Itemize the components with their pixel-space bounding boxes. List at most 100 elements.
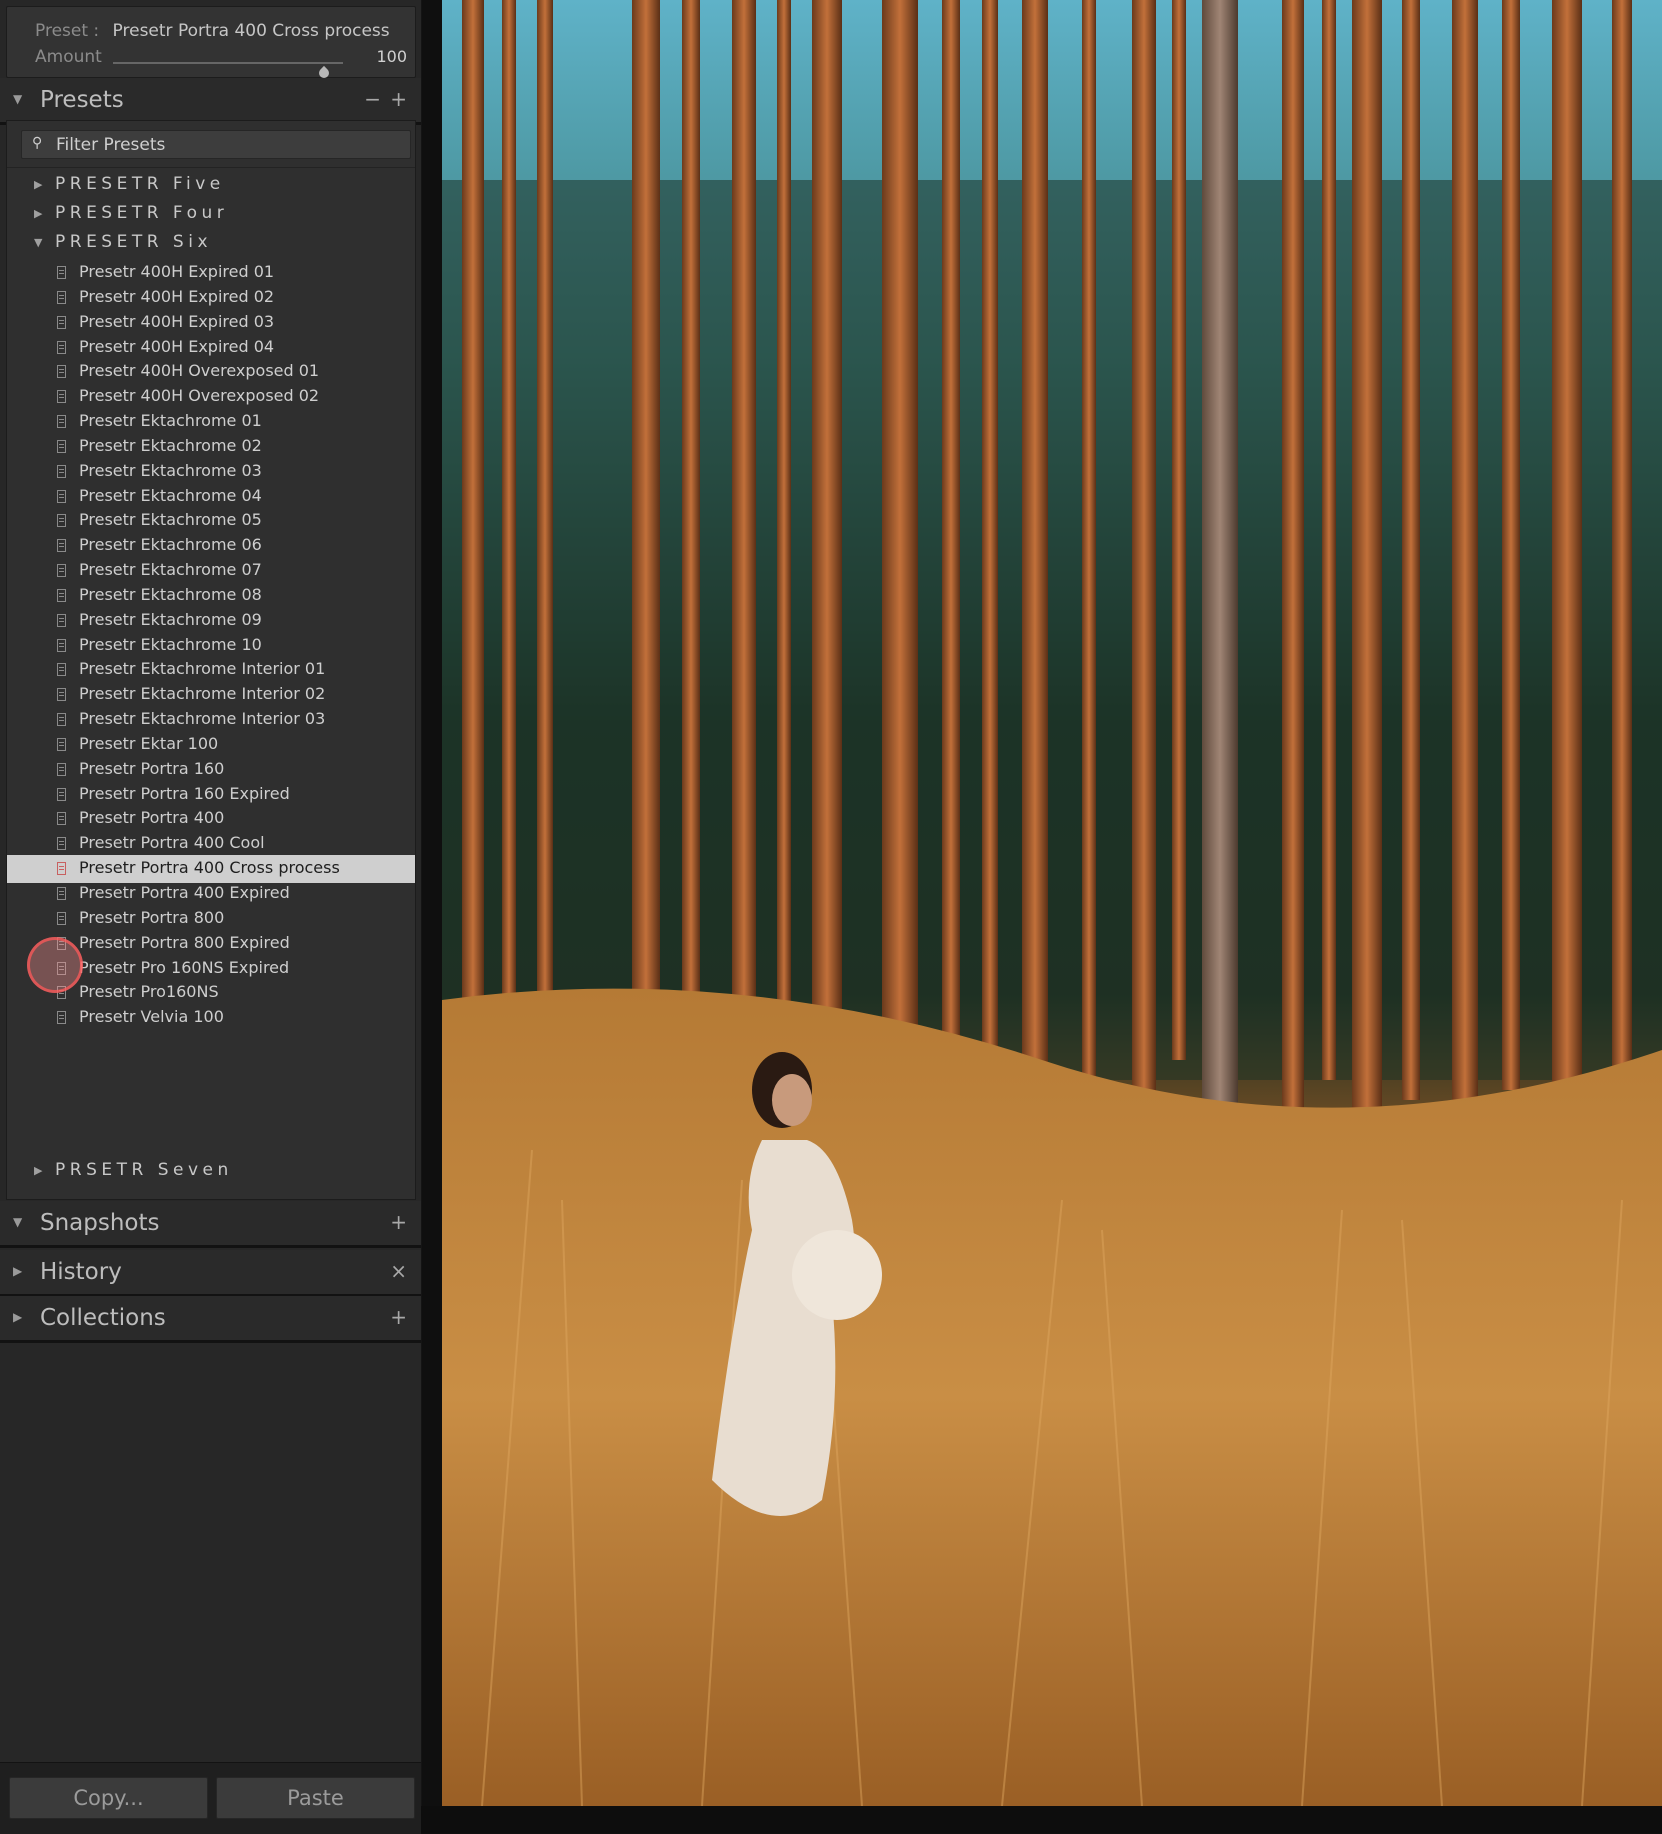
preset-item[interactable]: Presetr 400H Expired 01	[7, 259, 415, 287]
preset-item[interactable]: Presetr Portra 400	[7, 805, 415, 833]
collapse-triangle-icon[interactable]: ▼	[13, 1215, 22, 1229]
preset-item[interactable]: Presetr 400H Expired 04	[7, 334, 415, 362]
preset-item-label: Presetr Ektar 100	[79, 733, 219, 753]
preset-item[interactable]: Presetr Ektachrome Interior 03	[7, 706, 415, 734]
plus-icon[interactable]: +	[390, 1305, 407, 1329]
presets-header[interactable]: ▼ Presets − +	[0, 78, 421, 125]
minus-icon[interactable]: −	[364, 87, 381, 111]
expand-triangle-icon[interactable]: ▶	[34, 1164, 42, 1177]
close-icon[interactable]: ×	[390, 1259, 407, 1283]
preset-item[interactable]: Presetr 400H Expired 02	[7, 284, 415, 312]
snapshots-header[interactable]: ▼ Snapshots +	[0, 1201, 421, 1248]
preset-document-icon	[57, 340, 66, 354]
preset-document-icon	[57, 862, 66, 876]
preset-document-icon	[57, 911, 66, 925]
preset-item[interactable]: Presetr Ektachrome 05	[7, 507, 415, 535]
preset-item-label: Presetr Portra 800 Expired	[79, 932, 290, 952]
expand-triangle-icon[interactable]: ▶	[13, 1264, 22, 1278]
paste-button[interactable]: Paste	[216, 1777, 415, 1819]
collapse-triangle-icon[interactable]: ▼	[13, 92, 22, 106]
preset-document-icon	[57, 588, 66, 602]
preset-item-label: Presetr Ektachrome Interior 03	[79, 709, 326, 729]
preset-item[interactable]: Presetr Portra 160 Expired	[7, 781, 415, 809]
preset-item[interactable]: Presetr Ektachrome Interior 01	[7, 656, 415, 684]
preset-item[interactable]: Presetr Ektachrome 02	[7, 433, 415, 461]
photo-scene	[442, 0, 1662, 1806]
preset-item-label: Presetr Ektachrome Interior 02	[79, 684, 326, 704]
folder-prsetr-seven[interactable]: ▶ PRSETR Seven	[7, 1158, 415, 1186]
expand-triangle-icon[interactable]: ▶	[13, 1310, 22, 1324]
preset-value: Presetr Portra 400 Cross process	[112, 21, 390, 41]
preset-item[interactable]: Presetr Ektachrome 08	[7, 582, 415, 610]
preset-document-icon	[57, 439, 66, 453]
preset-document-icon	[57, 762, 66, 776]
preset-item[interactable]: Presetr Ektachrome 03	[7, 458, 415, 486]
preset-label: Preset :	[35, 21, 100, 41]
preset-item-label: Presetr Ektachrome 07	[79, 560, 262, 580]
preset-item-label: Presetr Ektachrome 09	[79, 609, 262, 629]
preset-item-label: Presetr Ektachrome 08	[79, 584, 262, 604]
grass-meadow	[442, 988, 1662, 1806]
presets-title: Presets	[40, 87, 124, 113]
collections-title: Collections	[40, 1305, 166, 1331]
preset-item-label: Presetr Pro160NS	[79, 982, 219, 1002]
preset-item[interactable]: Presetr 400H Expired 03	[7, 309, 415, 337]
preset-item[interactable]: Presetr Ektachrome 01	[7, 408, 415, 436]
preset-item[interactable]: Presetr Portra 160	[7, 756, 415, 784]
preset-document-icon	[57, 315, 66, 329]
preset-item[interactable]: Presetr Ektachrome 07	[7, 557, 415, 585]
copy-button[interactable]: Copy...	[9, 1777, 208, 1819]
click-indicator	[27, 937, 83, 993]
preset-item[interactable]: Presetr 400H Overexposed 01	[7, 358, 415, 386]
preset-item[interactable]: Presetr Portra 800	[7, 905, 415, 933]
amount-slider-track[interactable]	[113, 62, 343, 64]
preset-item-label: Presetr Ektachrome 03	[79, 460, 262, 480]
preset-item[interactable]: Presetr Ektachrome 09	[7, 607, 415, 635]
plus-icon[interactable]: +	[390, 1210, 407, 1234]
preset-item-label: Presetr Portra 160 Expired	[79, 783, 290, 803]
preset-item-label: Presetr 400H Overexposed 01	[79, 361, 320, 381]
plus-icon[interactable]: +	[390, 87, 407, 111]
preset-document-icon	[57, 564, 66, 578]
preset-item[interactable]: Presetr Portra 400 Expired	[7, 880, 415, 908]
preset-item[interactable]: Presetr 400H Overexposed 02	[7, 383, 415, 411]
preset-document-icon	[57, 638, 66, 652]
folder-name: PRSETR Seven	[55, 1160, 233, 1180]
preset-item-label: Presetr Pro 160NS Expired	[79, 957, 290, 977]
filter-presets-input[interactable]: ⚲ Filter Presets	[21, 130, 411, 159]
preset-document-icon	[57, 613, 66, 627]
preset-row: Preset : Presetr Portra 400 Cross proces…	[35, 21, 390, 41]
preset-item[interactable]: Presetr Ektar 100	[7, 731, 415, 759]
collapse-triangle-icon[interactable]: ▼	[34, 236, 42, 249]
collections-header[interactable]: ▶ Collections +	[0, 1296, 421, 1343]
expand-triangle-icon[interactable]: ▶	[34, 178, 42, 191]
folder-presetr-six[interactable]: ▼ PRESETR Six	[7, 230, 415, 258]
preset-item[interactable]: Presetr Ektachrome 06	[7, 532, 415, 560]
preset-item[interactable]: Presetr Ektachrome 10	[7, 632, 415, 660]
preset-document-icon	[57, 812, 66, 826]
preset-document-icon	[57, 464, 66, 478]
preset-item-label: Presetr 400H Expired 02	[79, 286, 275, 306]
preset-item[interactable]: Presetr Ektachrome Interior 02	[7, 681, 415, 709]
preset-document-icon	[57, 1011, 66, 1025]
preset-item[interactable]: Presetr Portra 400 Cool	[7, 830, 415, 858]
expand-triangle-icon[interactable]: ▶	[34, 207, 42, 220]
history-header[interactable]: ▶ History ×	[0, 1250, 421, 1297]
preset-item-label: Presetr Velvia 100	[79, 1007, 224, 1027]
preset-document-icon	[57, 663, 66, 677]
photo-preview[interactable]	[442, 0, 1662, 1806]
preset-item-label: Presetr Portra 800	[79, 907, 225, 927]
folder-presetr-five[interactable]: ▶ PRESETR Five	[7, 172, 415, 200]
preset-document-icon	[57, 713, 66, 727]
preset-item[interactable]: Presetr Ektachrome 04	[7, 483, 415, 511]
preset-item[interactable]: Presetr Velvia 100	[7, 1004, 415, 1032]
preset-item-label: Presetr Portra 400 Expired	[79, 883, 290, 902]
preset-item-selected[interactable]: Presetr Portra 400 Cross process	[7, 855, 415, 884]
folder-presetr-four[interactable]: ▶ PRESETR Four	[7, 201, 415, 229]
photo-bottom-edge	[421, 1806, 1662, 1833]
preset-document-icon	[57, 266, 66, 279]
preset-item-label: Presetr Portra 400 Cross process	[79, 858, 340, 878]
preset-item-label: Presetr Ektachrome Interior 01	[79, 659, 326, 679]
amount-row: Amount 100	[35, 47, 407, 67]
preset-document-icon	[57, 365, 66, 379]
